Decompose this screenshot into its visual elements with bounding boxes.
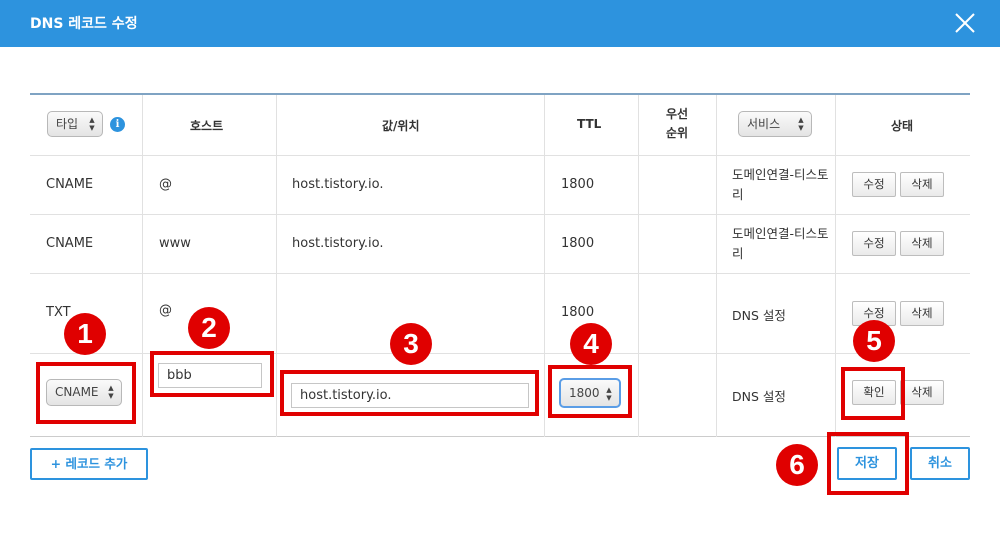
- delete-button[interactable]: 삭제: [900, 301, 944, 326]
- annotation-box-ttl: [548, 365, 632, 418]
- annotation-box-value: [280, 370, 539, 416]
- table-row-value: host.tistory.io.: [292, 177, 384, 192]
- annotation-badge-1: 1: [64, 313, 106, 355]
- table-row-type: CNAME: [46, 236, 94, 251]
- select-arrows-icon: ▲ ▼: [798, 116, 804, 132]
- delete-button[interactable]: 삭제: [900, 380, 944, 405]
- table-row-ttl: 1800: [561, 236, 595, 251]
- select-arrows-icon: ▲ ▼: [89, 116, 95, 132]
- annotation-badge-3: 3: [390, 323, 432, 365]
- annotation-badge-4: 4: [570, 323, 612, 365]
- close-button[interactable]: [948, 6, 982, 40]
- table-row-service: 도메인연결-티스토리: [732, 226, 829, 261]
- col-header-host: 호스트: [190, 119, 224, 133]
- add-record-button[interactable]: + 레코드 추가: [30, 448, 148, 480]
- annotation-box-confirm: [841, 367, 905, 420]
- table-row-value: host.tistory.io.: [292, 236, 384, 251]
- service-filter-select[interactable]: 서비스 ▲ ▼: [738, 111, 812, 137]
- table-row-ttl: 1800: [561, 177, 595, 192]
- cancel-button[interactable]: 취소: [910, 447, 970, 480]
- info-icon[interactable]: i: [110, 117, 125, 132]
- type-filter-select[interactable]: 타입 ▲ ▼: [47, 111, 103, 137]
- table-row-service: DNS 설정: [732, 308, 786, 323]
- annotation-badge-6: 6: [776, 444, 818, 486]
- annotation-box-save: [827, 432, 909, 495]
- table-row-type: CNAME: [46, 177, 94, 192]
- edit-button[interactable]: 수정: [852, 231, 896, 256]
- edit-button[interactable]: 수정: [852, 172, 896, 197]
- dialog-titlebar: DNS 레코드 수정: [0, 0, 1000, 47]
- table-row-type: TXT: [46, 305, 71, 320]
- delete-button[interactable]: 삭제: [900, 172, 944, 197]
- close-icon: [955, 13, 975, 33]
- annotation-box-type: [36, 362, 136, 424]
- annotation-badge-2: 2: [188, 307, 230, 349]
- edit-row-service: DNS 설정: [732, 389, 786, 404]
- col-header-value: 값/위치: [382, 119, 420, 133]
- table-row-ttl: 1800: [561, 305, 595, 320]
- table-row-host: @: [159, 303, 172, 318]
- annotation-badge-5: 5: [853, 320, 895, 362]
- col-header-ttl: TTL: [577, 117, 602, 131]
- col-header-priority: 우선 순위: [666, 107, 689, 140]
- table-row-host: @: [159, 177, 172, 192]
- table-row-service: 도메인연결-티스토리: [732, 167, 829, 202]
- dialog-title: DNS 레코드 수정: [30, 16, 138, 32]
- col-header-status: 상태: [891, 119, 914, 133]
- annotation-box-host: [150, 351, 274, 397]
- delete-button[interactable]: 삭제: [900, 231, 944, 256]
- table-row-host: www: [159, 236, 191, 251]
